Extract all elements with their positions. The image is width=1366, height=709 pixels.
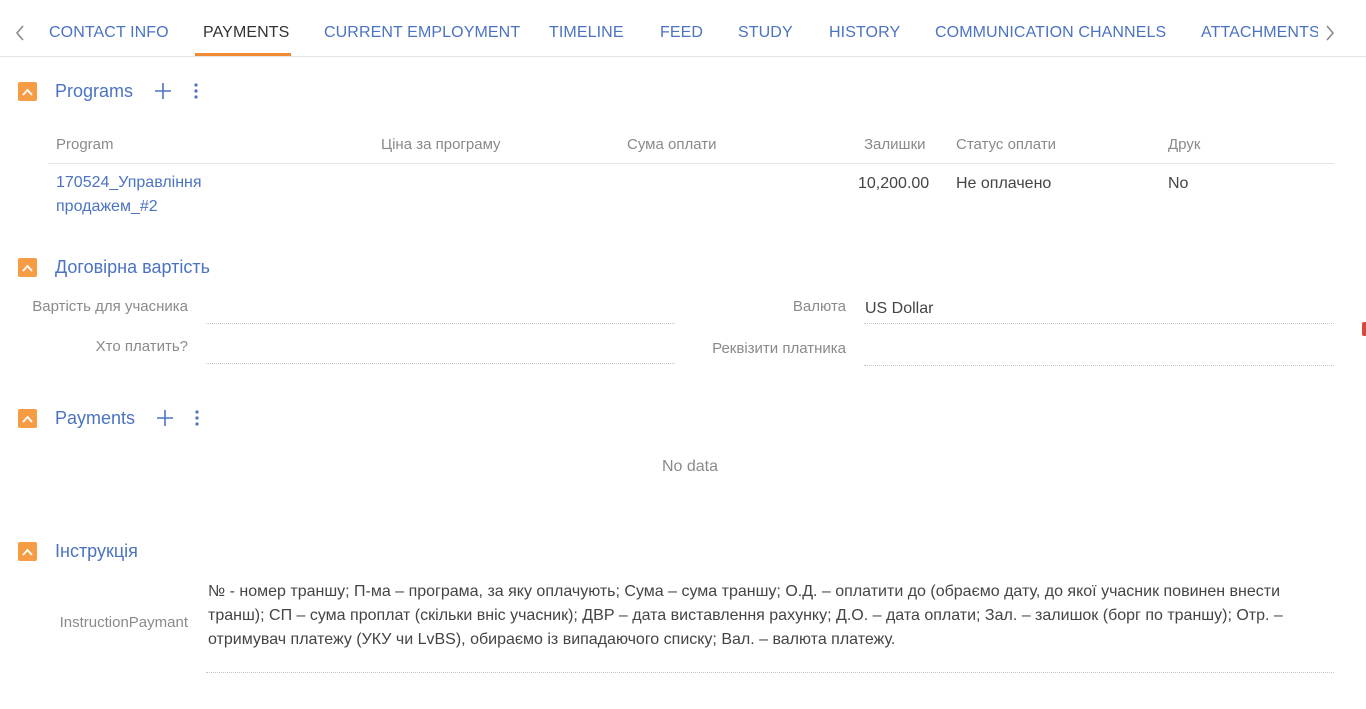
- cost-input[interactable]: [206, 298, 675, 324]
- payer-details-label: Реквізити платника: [712, 340, 846, 357]
- column-header-price[interactable]: Ціна за програму: [381, 136, 501, 153]
- tab-study[interactable]: STUDY: [738, 24, 793, 42]
- plus-icon: [155, 83, 171, 99]
- tab-scroll-right-button[interactable]: [1322, 22, 1338, 44]
- instruction-field-label: InstructionPaymant: [59, 614, 188, 631]
- chevron-up-icon: [22, 548, 33, 556]
- instruction-text-field[interactable]: № - номер траншу; П-ма – програма, за як…: [208, 580, 1318, 652]
- active-tab-indicator: [195, 53, 291, 56]
- currency-lookup[interactable]: US Dollar: [864, 298, 1334, 324]
- contract-section-title: Договірна вартість: [55, 257, 210, 277]
- programs-section-title: Programs: [55, 81, 134, 101]
- tab-feed[interactable]: FEED: [660, 24, 703, 42]
- contract-collapse-button[interactable]: [18, 258, 37, 277]
- tab-current-employment[interactable]: CURRENT EMPLOYMENT: [324, 24, 520, 42]
- tab-contact-info[interactable]: CONTACT INFO: [49, 24, 169, 42]
- tab-attachments[interactable]: ATTACHMENTS AND NOTES: [1201, 24, 1318, 42]
- vertical-dots-icon: [194, 83, 198, 99]
- payer-details-input[interactable]: [864, 340, 1334, 366]
- column-header-print[interactable]: Друк: [1168, 136, 1200, 153]
- payer-label: Хто платить?: [95, 338, 188, 355]
- tab-strip: CONTACT INFO PAYMENTS CURRENT EMPLOYMENT…: [0, 0, 1318, 57]
- tab-scroll-left-button[interactable]: [12, 22, 28, 44]
- payments-collapse-button[interactable]: [18, 409, 37, 428]
- chevron-left-icon: [15, 25, 24, 41]
- tab-history[interactable]: HISTORY: [829, 24, 900, 42]
- chevron-up-icon: [22, 264, 33, 272]
- payments-add-button[interactable]: [155, 408, 175, 428]
- grid-header-divider: [48, 163, 1334, 164]
- cost-label: Вартість для учасника: [32, 298, 188, 315]
- currency-label: Валюта: [792, 298, 846, 315]
- vertical-dots-icon: [195, 410, 199, 426]
- column-header-program[interactable]: Program: [56, 136, 114, 153]
- plus-icon: [157, 410, 173, 426]
- payer-input[interactable]: [206, 338, 675, 364]
- currency-value: US Dollar: [865, 300, 934, 317]
- payments-menu-button[interactable]: [187, 408, 207, 428]
- tab-timeline[interactable]: TIMELINE: [549, 24, 624, 42]
- column-header-balance[interactable]: Залишки: [864, 136, 926, 153]
- programs-collapse-button[interactable]: [18, 82, 37, 101]
- payments-empty-state: No data: [661, 458, 719, 475]
- column-header-payment-sum[interactable]: Сума оплати: [627, 136, 716, 153]
- chevron-up-icon: [22, 415, 33, 423]
- payments-section-title: Payments: [55, 408, 136, 428]
- column-header-payment-status[interactable]: Статус оплати: [956, 136, 1056, 153]
- instruction-collapse-button[interactable]: [18, 542, 37, 561]
- print-cell: No: [1168, 175, 1189, 192]
- instruction-section-title: Інструкція: [55, 541, 138, 561]
- chevron-up-icon: [22, 88, 33, 96]
- chevron-right-icon: [1326, 25, 1335, 41]
- programs-add-button[interactable]: [153, 81, 173, 101]
- programs-menu-button[interactable]: [186, 81, 206, 101]
- instruction-field-underline: [206, 672, 1334, 673]
- balance-cell: 10,200.00: [858, 175, 930, 192]
- payment-status-cell: Не оплачено: [956, 175, 1052, 192]
- tab-communication-channels[interactable]: COMMUNICATION CHANNELS: [935, 24, 1166, 42]
- program-link[interactable]: 170524_Управління продажем_#2: [56, 171, 256, 219]
- tab-bar: CONTACT INFO PAYMENTS CURRENT EMPLOYMENT…: [0, 0, 1366, 57]
- tab-payments[interactable]: PAYMENTS: [203, 24, 289, 42]
- scroll-edge-marker: [1362, 322, 1366, 336]
